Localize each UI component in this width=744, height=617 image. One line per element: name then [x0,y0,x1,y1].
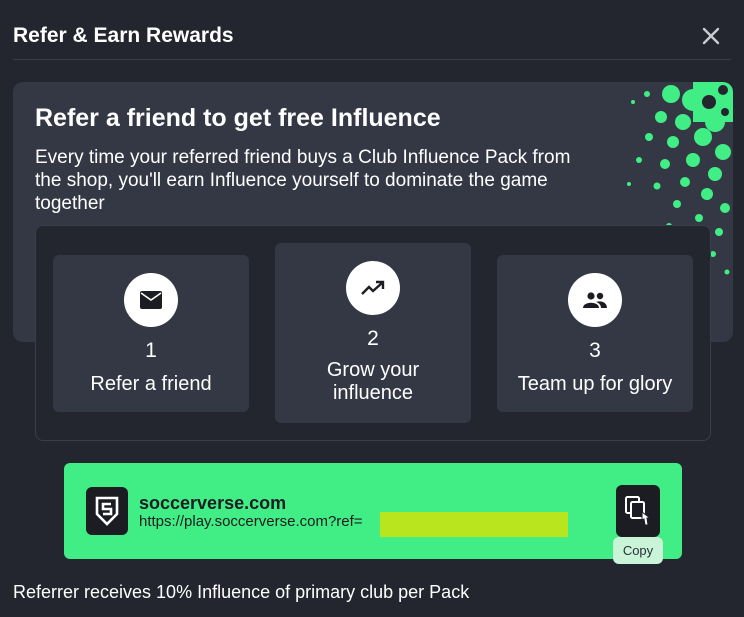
copy-icon [625,496,652,526]
step-label: Grow your influence [326,359,420,404]
referral-url[interactable]: https://play.soccerverse.com?ref= [139,513,363,530]
step-card-grow: 2 Grow your influence [275,243,471,423]
trending-up-icon [346,261,400,315]
referral-note: Referrer receives 10% Influence of prima… [13,582,470,602]
step-card-team: 3 Team up for glory [497,255,693,412]
group-icon [568,273,622,327]
step-card-refer: 1 Refer a friend [53,255,249,412]
step-number: 2 [367,327,379,350]
soccerverse-logo-icon [86,487,128,535]
step-label: Team up for glory [517,373,673,395]
step-number: 1 [145,339,157,362]
redacted-ref-code [380,512,568,537]
copy-button[interactable] [616,485,660,537]
referral-site: soccerverse.com [139,493,287,513]
hero-title: Refer a friend to get free Influence [35,104,441,132]
step-number: 3 [589,339,601,362]
steps-panel: 1 Refer a friend 2 Grow your influence 3… [35,225,711,441]
referral-link-box: soccerverse.com https://play.soccerverse… [64,463,682,564]
mail-icon [124,273,178,327]
dialog-header: Refer & Earn Rewards [13,0,731,60]
step-label: Refer a friend [90,373,212,395]
copy-tooltip: Copy [613,537,663,564]
close-icon[interactable] [699,24,723,48]
dialog-title: Refer & Earn Rewards [13,24,234,47]
hero-description: Every time your referred friend buys a C… [35,147,571,214]
